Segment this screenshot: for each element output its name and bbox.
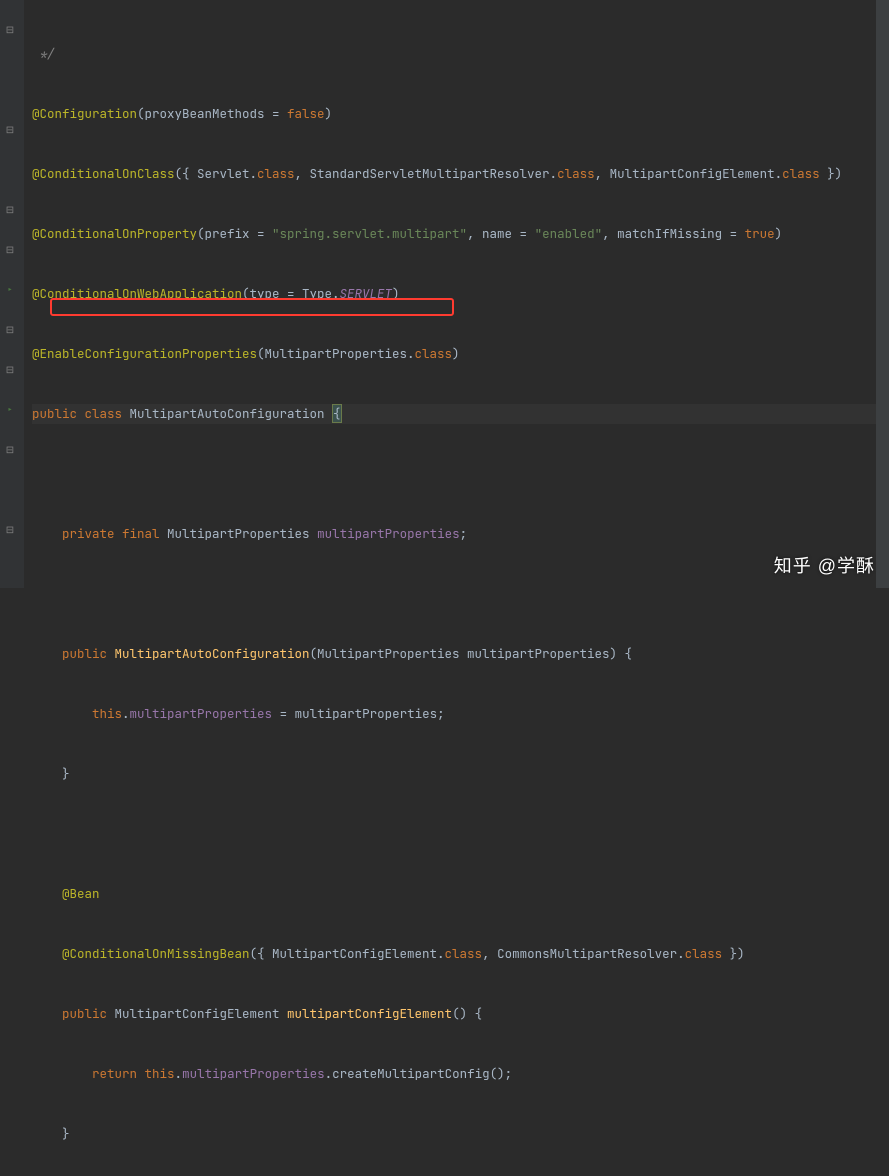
annotation: @ConditionalOnWebApplication (32, 285, 242, 302)
code-text: }) (722, 945, 745, 962)
code-text: , StandardServletMultipartResolver. (295, 165, 558, 182)
code-text: ({ Servlet. (175, 165, 258, 182)
code-text: ; (460, 525, 468, 542)
string: "spring.servlet.multipart" (272, 225, 467, 242)
type: MultipartConfigElement (115, 1005, 288, 1022)
field: multipartProperties (182, 1065, 325, 1082)
type: MultipartProperties (167, 525, 317, 542)
keyword: class (685, 945, 723, 962)
keyword: class (445, 945, 483, 962)
keyword: class (415, 345, 453, 362)
code-text: (type = Type. (242, 285, 340, 302)
code-text: (MultipartProperties multipartProperties… (310, 645, 633, 662)
scrollbar[interactable] (876, 0, 889, 588)
constant: SERVLET (340, 285, 393, 302)
fold-icon[interactable]: ⊟ (3, 523, 17, 537)
gutter: ⊟ ⊟ ⊟ ⊟ ▸ ⊟ ⊟ ▸ ⊟ ⊟ (0, 0, 24, 588)
keyword: this (92, 705, 122, 722)
keyword: public (32, 405, 85, 422)
code-text: , MultipartConfigElement. (595, 165, 783, 182)
annotation: @Bean (62, 885, 100, 902)
code-text: */ (32, 45, 55, 62)
annotation: @ConditionalOnMissingBean (62, 945, 250, 962)
code-text: ) (452, 345, 460, 362)
keyword: public (62, 1005, 115, 1022)
code-text: = multipartProperties; (272, 705, 445, 722)
code-text: () { (452, 1005, 482, 1022)
code-text: . (175, 1065, 183, 1082)
code-text: ({ MultipartConfigElement. (250, 945, 445, 962)
annotation: @ConditionalOnProperty (32, 225, 197, 242)
code-text: . (122, 705, 130, 722)
string: "enabled" (535, 225, 603, 242)
keyword: true (745, 225, 775, 242)
vcs-marker[interactable]: ▸ (3, 403, 17, 417)
keyword: public (62, 645, 115, 662)
keyword: private (62, 525, 122, 542)
brace: } (62, 1125, 70, 1142)
fold-icon[interactable]: ⊟ (3, 203, 17, 217)
fold-icon[interactable]: ⊟ (3, 443, 17, 457)
vcs-marker[interactable]: ▸ (3, 283, 17, 297)
code-text: }) (820, 165, 843, 182)
keyword: class (257, 165, 295, 182)
watermark: 知乎 @学酥 (774, 552, 875, 578)
fold-icon[interactable]: ⊟ (3, 243, 17, 257)
keyword: false (287, 105, 325, 122)
code-text: (MultipartProperties. (257, 345, 415, 362)
annotation: @ConditionalOnClass (32, 165, 175, 182)
brace: } (62, 765, 70, 782)
annotation: @Configuration (32, 105, 137, 122)
field: multipartProperties (130, 705, 273, 722)
code-editor[interactable]: ⊟ ⊟ ⊟ ⊟ ▸ ⊟ ⊟ ▸ ⊟ ⊟ */ @Configuration(pr… (0, 0, 889, 588)
code-area[interactable]: */ @Configuration(proxyBeanMethods = fal… (24, 0, 889, 588)
code-text: ) (392, 285, 400, 302)
code-text: , matchIfMissing = (602, 225, 745, 242)
keyword: final (122, 525, 167, 542)
method: multipartConfigElement (287, 1005, 452, 1022)
constructor: MultipartAutoConfiguration (115, 645, 310, 662)
fold-icon[interactable]: ⊟ (3, 363, 17, 377)
code-text: (proxyBeanMethods = (137, 105, 287, 122)
annotation: @EnableConfigurationProperties (32, 345, 257, 362)
class-name: MultipartAutoConfiguration (130, 405, 333, 422)
keyword: class (85, 405, 130, 422)
code-text: ) (325, 105, 333, 122)
keyword: class (782, 165, 820, 182)
fold-icon[interactable]: ⊟ (3, 23, 17, 37)
fold-icon[interactable]: ⊟ (3, 323, 17, 337)
code-text: ) (775, 225, 783, 242)
field: multipartProperties (317, 525, 460, 542)
brace: { (332, 404, 342, 423)
fold-icon[interactable]: ⊟ (3, 123, 17, 137)
keyword: this (145, 1065, 175, 1082)
code-text: CommonsMultipartResolver. (497, 945, 685, 962)
code-text: , name = (467, 225, 535, 242)
keyword: class (557, 165, 595, 182)
code-text: , (482, 945, 497, 962)
code-text: (prefix = (197, 225, 272, 242)
keyword: return (92, 1065, 145, 1082)
code-text: .createMultipartConfig(); (325, 1065, 513, 1082)
current-line: public class MultipartAutoConfiguration … (32, 404, 889, 424)
